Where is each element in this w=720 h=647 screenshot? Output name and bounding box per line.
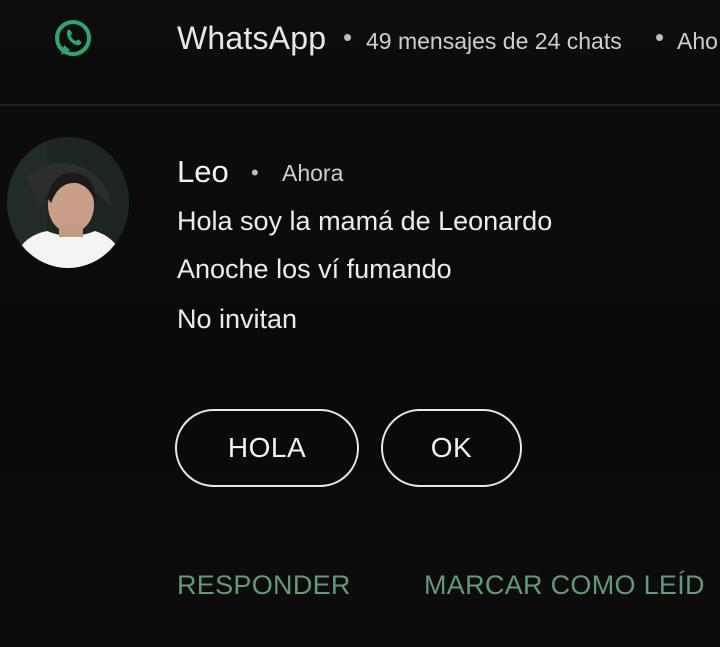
whatsapp-icon: [55, 20, 91, 56]
message-time: Ahora: [282, 160, 344, 186]
message-line: Hola soy la mamá de Leonardo: [177, 206, 553, 236]
header-separator: •: [655, 22, 665, 52]
header-divider: [0, 104, 720, 106]
whatsapp-notification[interactable]: WhatsApp • 49 mensajes de 24 chats • Aho…: [0, 0, 720, 647]
avatar: [7, 137, 129, 268]
sender-name: Leo: [177, 154, 229, 189]
notification-header: WhatsApp • 49 mensajes de 24 chats • Aho: [0, 0, 720, 100]
quick-reply-hola-button[interactable]: HOLA: [175, 409, 359, 487]
message-summary: 49 mensajes de 24 chats: [366, 28, 622, 54]
app-name: WhatsApp: [177, 20, 327, 56]
quick-reply-ok-button[interactable]: OK: [381, 409, 522, 487]
message-separator: •: [251, 160, 259, 185]
message-line: No invitan: [177, 304, 298, 334]
message-line: Anoche los ví fumando: [177, 254, 452, 284]
header-separator: •: [343, 22, 353, 52]
mark-as-read-button[interactable]: MARCAR COMO LEÍD: [424, 570, 705, 601]
avatar-photo: [7, 137, 129, 268]
reply-button[interactable]: RESPONDER: [177, 570, 351, 601]
header-time: Aho: [677, 28, 718, 54]
